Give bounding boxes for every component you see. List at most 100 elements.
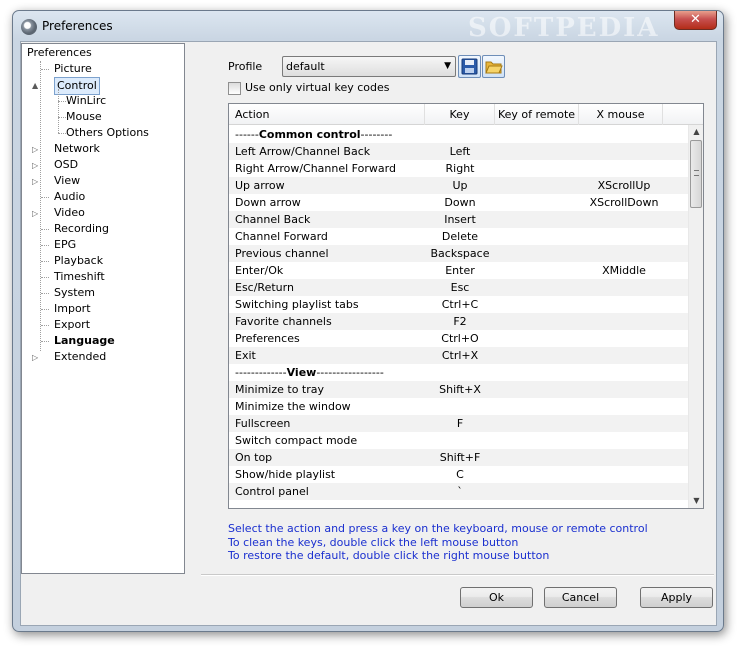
close-button[interactable]: ✕ (674, 11, 717, 30)
table-row[interactable]: Minimize the window (229, 398, 691, 415)
mouse-cell (579, 126, 669, 143)
title-bar[interactable]: Preferences SOFTPEDIA ✕ (13, 11, 723, 43)
tree-item-epg[interactable]: EPG (32, 237, 172, 253)
remote-key-cell (495, 415, 579, 432)
tree-item-playback[interactable]: Playback (32, 253, 172, 269)
mouse-cell (579, 245, 669, 262)
table-row[interactable]: Show/hide playlist C (229, 466, 691, 483)
action-cell: Enter/Ok (235, 264, 284, 277)
collapse-icon[interactable]: ▲ (32, 81, 41, 90)
remote-key-cell (495, 483, 579, 500)
expand-icon[interactable]: ▷ (32, 209, 41, 218)
scroll-down-icon[interactable]: ▼ (689, 494, 703, 508)
table-row[interactable]: On top Shift+F (229, 449, 691, 466)
remote-key-cell (495, 177, 579, 194)
tree-item-mouse[interactable]: Mouse (58, 109, 168, 125)
expand-icon[interactable]: ▷ (32, 177, 41, 186)
table-row[interactable]: Right Arrow/Channel Forward Right (229, 160, 691, 177)
scroll-thumb[interactable] (690, 140, 702, 208)
cancel-button[interactable]: Cancel (544, 587, 617, 608)
action-cell: Preferences (235, 332, 300, 345)
open-profile-button[interactable] (482, 55, 505, 78)
tree-item-label: System (54, 286, 96, 299)
tree-item-label: Recording (54, 222, 110, 235)
table-row[interactable]: Exit Ctrl+X (229, 347, 691, 364)
table-row[interactable]: Switching playlist tabs Ctrl+C (229, 296, 691, 313)
watermark: SOFTPEDIA (468, 13, 660, 43)
section-header-row[interactable]: -------------View----------------- (229, 364, 691, 381)
expand-icon[interactable]: ▷ (32, 145, 41, 154)
action-cell: Switching playlist tabs (235, 298, 359, 311)
remote-key-cell (495, 262, 579, 279)
tree-item-control[interactable]: ▲ Control (32, 77, 172, 95)
tree-item-others-options[interactable]: Others Options (58, 125, 168, 141)
tree-item-system[interactable]: System (32, 285, 172, 301)
remote-key-cell (495, 330, 579, 347)
mouse-cell (579, 279, 669, 296)
column-header-key[interactable]: Key (425, 104, 495, 125)
tree-item-network[interactable]: ▷ Network (32, 141, 172, 157)
key-cell: Down (444, 196, 476, 209)
hint-line: To clean the keys, double click the left… (228, 535, 519, 549)
virtual-keys-checkbox-row[interactable]: Use only virtual key codes (228, 81, 390, 97)
column-header-remote[interactable]: Key of remote (495, 104, 579, 125)
table-row[interactable]: Enter/Ok Enter XMiddle (229, 262, 691, 279)
mouse-cell (579, 415, 669, 432)
tree-item-picture[interactable]: Picture (32, 61, 172, 77)
tree-item-winlirc[interactable]: WinLirc (58, 93, 168, 109)
button-separator (201, 574, 714, 576)
action-cell: Channel Forward (235, 230, 328, 243)
table-row[interactable]: Switch compact mode (229, 432, 691, 449)
expand-icon[interactable]: ▷ (32, 161, 41, 170)
table-row[interactable]: Minimize to tray Shift+X (229, 381, 691, 398)
remote-key-cell (495, 211, 579, 228)
remote-key-cell (495, 381, 579, 398)
expand-icon[interactable]: ▷ (32, 353, 41, 362)
tree-item-import[interactable]: Import (32, 301, 172, 317)
tree-item-language[interactable]: Language (32, 333, 172, 349)
tree-item-video[interactable]: ▷ Video (32, 205, 172, 221)
table-row[interactable]: Favorite channels F2 (229, 313, 691, 330)
tree-item-label: Network (54, 142, 100, 155)
tree-item-label: Video (54, 206, 85, 219)
table-row[interactable]: Esc/Return Esc (229, 279, 691, 296)
tree-item-export[interactable]: Export (32, 317, 172, 333)
tree-item-timeshift[interactable]: Timeshift (32, 269, 172, 285)
table-row[interactable]: Channel Forward Delete (229, 228, 691, 245)
table-row[interactable]: Left Arrow/Channel Back Left (229, 143, 691, 160)
help-hints: Select the action and press a key on the… (228, 522, 648, 563)
scroll-up-icon[interactable]: ▲ (689, 125, 703, 139)
profile-select[interactable]: default ▼ (282, 56, 456, 77)
table-header: Action Key Key of remote X mouse (229, 104, 703, 125)
table-row[interactable]: Down arrow Down XScrollDown (229, 194, 691, 211)
tree-connector (41, 261, 49, 262)
table-row[interactable]: Previous channel Backspace (229, 245, 691, 262)
table-row[interactable]: Preferences Ctrl+O (229, 330, 691, 347)
table-row[interactable]: Fullscreen F (229, 415, 691, 432)
save-profile-button[interactable] (458, 55, 481, 78)
table-row[interactable]: Channel Back Insert (229, 211, 691, 228)
tree-connector (58, 133, 66, 134)
tree-item-label: Extended (54, 350, 107, 363)
mouse-cell: XMiddle (602, 264, 646, 277)
ok-button[interactable]: Ok (460, 587, 533, 608)
table-row[interactable]: Control panel ` (229, 483, 691, 500)
table-row[interactable]: Up arrow Up XScrollUp (229, 177, 691, 194)
remote-key-cell (495, 296, 579, 313)
tree-item-view[interactable]: ▷ View (32, 173, 172, 189)
column-header-action[interactable]: Action (229, 104, 425, 125)
table-scrollbar[interactable]: ▲ ▼ (688, 125, 703, 508)
tree-item-label: Others Options (66, 126, 149, 139)
tree-item-audio[interactable]: Audio (32, 189, 172, 205)
virtual-keys-checkbox[interactable] (228, 81, 241, 95)
action-cell: Control panel (235, 485, 309, 498)
tree-item-extended[interactable]: ▷ Extended (32, 349, 172, 365)
tree-item-recording[interactable]: Recording (32, 221, 172, 237)
tree-root[interactable]: Preferences (27, 45, 92, 61)
section-header-row[interactable]: ------Common control-------- (229, 126, 691, 143)
column-header-mouse[interactable]: X mouse (579, 104, 663, 125)
action-cell: ------Common control-------- (235, 126, 392, 143)
tree-item-osd[interactable]: ▷ OSD (32, 157, 172, 173)
tree-connector (41, 229, 49, 230)
apply-button[interactable]: Apply (640, 587, 713, 608)
